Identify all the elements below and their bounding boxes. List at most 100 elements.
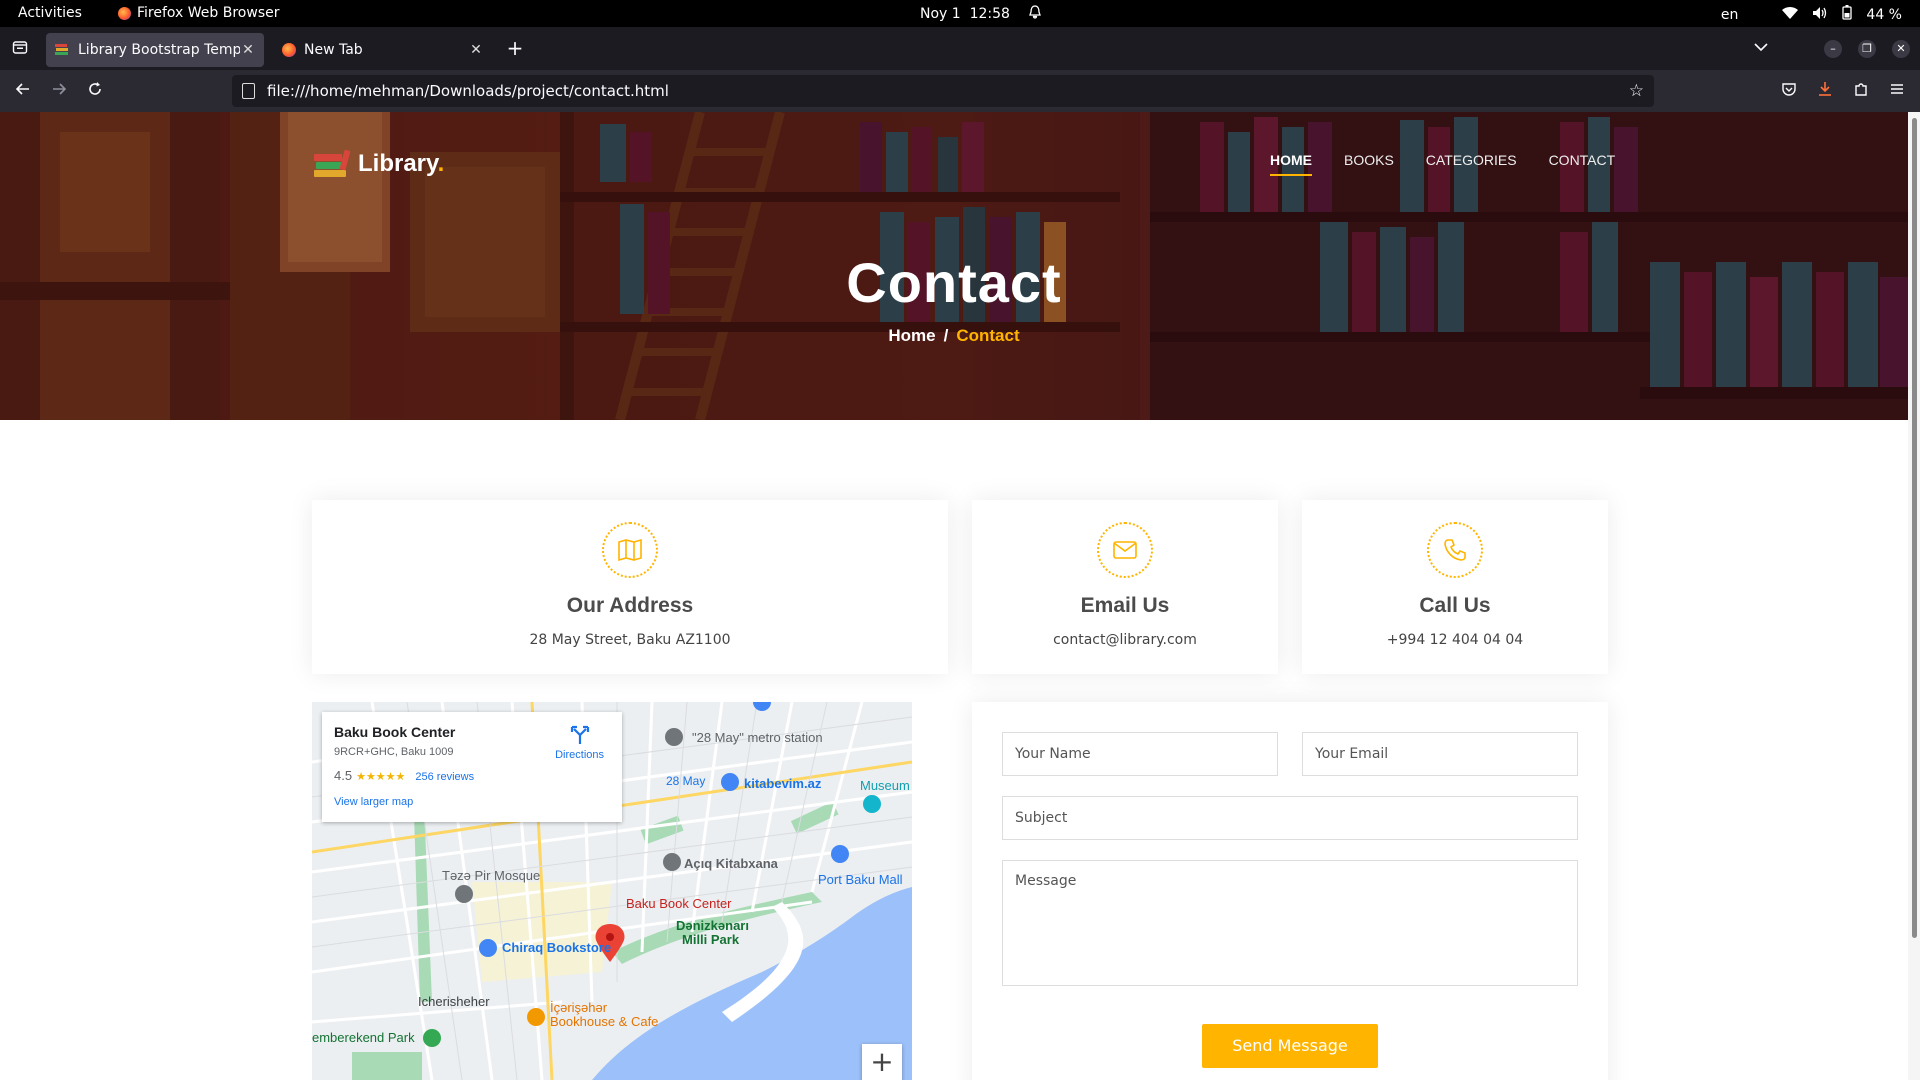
card-title: Our Address (566, 594, 694, 617)
tab-title: New Tab (304, 42, 363, 58)
time: 12:58 (969, 6, 1010, 22)
map-label-taza-pir: Təzə Pir Mosque (442, 868, 541, 883)
site-logo[interactable]: Library. (312, 148, 444, 180)
place-name: Baku Book Center (334, 724, 456, 740)
reviews-link[interactable]: 256 reviews (415, 771, 474, 783)
logo-text: Library (358, 150, 438, 177)
message-textarea[interactable]: Message (1002, 860, 1578, 986)
map-label-bookhouse: Bookhouse & Cafe (550, 1014, 659, 1029)
directions-label: Directions (555, 749, 604, 761)
email-input[interactable]: Your Email (1302, 732, 1578, 776)
close-window-icon[interactable]: ✕ (1892, 40, 1910, 58)
contact-form: Your Name Your Email Subject Message Sen… (972, 702, 1608, 1080)
activities-button[interactable]: Activities (18, 5, 82, 21)
close-tab-icon[interactable]: ✕ (240, 42, 256, 58)
firefox-icon (118, 6, 131, 20)
card-title: Email Us (1080, 594, 1170, 617)
name-input[interactable]: Your Name (1002, 732, 1278, 776)
phone-icon (1444, 539, 1466, 561)
map-label-icherisheher: Icherisheher (418, 994, 490, 1009)
map-label-port-baku: Port Baku Mall (818, 872, 903, 887)
breadcrumb-separator: / (943, 326, 949, 345)
map-label-milli-park: Milli Park (682, 932, 740, 947)
list-tabs-chevron-down-icon[interactable] (1750, 37, 1772, 56)
embedded-map[interactable]: "28 May" metro station 28 May kitabevim.… (312, 702, 912, 1080)
map-label-icerisehar: İçərişəhər (550, 1000, 608, 1015)
volume-icon (1812, 6, 1828, 24)
view-larger-map-link[interactable]: View larger map (334, 796, 413, 808)
scrollbar-thumb[interactable] (1912, 118, 1917, 938)
bell-icon (1028, 5, 1042, 23)
breadcrumb-home[interactable]: Home (888, 326, 935, 345)
nav-home[interactable]: HOME (1270, 152, 1312, 176)
send-message-button[interactable]: Send Message (1202, 1024, 1378, 1068)
language-indicator[interactable]: en (1721, 7, 1739, 23)
tab-library[interactable]: Library Bootstrap Template ✕ (46, 33, 264, 67)
map-label-danizkanari: Dənizkənarı (676, 918, 749, 933)
map-label-emberekend: emberekend Park (312, 1030, 415, 1045)
url-text: file:///home/mehman/Downloads/project/co… (267, 82, 669, 100)
place-address: 9RCR+GHC, Baku 1009 (334, 746, 454, 758)
subject-input[interactable]: Subject (1002, 796, 1578, 840)
breadcrumb: Home / Contact (0, 326, 1908, 346)
tab-new-tab[interactable]: New Tab ✕ (274, 33, 492, 67)
firefox-view-icon[interactable] (10, 39, 30, 59)
map-label-kitabevim: kitabevim.az (744, 776, 822, 791)
extensions-puzzle-icon[interactable] (1850, 81, 1872, 101)
system-top-bar: Activities Firefox Web Browser Noy 1 12:… (0, 0, 1920, 27)
logo-dot: . (437, 150, 445, 177)
system-tray[interactable]: en 44 % (1721, 5, 1902, 24)
nav-contact[interactable]: CONTACT (1549, 152, 1616, 176)
wifi-icon (1782, 6, 1799, 24)
card-text: 28 May Street, Baku AZ1100 (529, 632, 731, 648)
tab-title: Library Bootstrap Template (78, 42, 240, 58)
map-zoom-in-button[interactable]: + (862, 1044, 902, 1080)
close-tab-icon[interactable]: ✕ (468, 42, 484, 58)
back-arrow-icon[interactable] (12, 81, 34, 101)
place-info-card: Baku Book Center 9RCR+GHC, Baku 1009 4.5… (322, 712, 622, 822)
books-stack-icon (314, 149, 351, 177)
card-title: Call Us (1419, 594, 1491, 617)
date: Noy 1 (920, 6, 961, 22)
nav-books[interactable]: BOOKS (1344, 152, 1394, 176)
map-label-28may: 28 May (666, 774, 706, 788)
new-tab-icon[interactable]: + (504, 36, 526, 60)
directions-icon (570, 725, 589, 744)
place-rating: 4.5 ★★★★★ 256 reviews (334, 768, 474, 783)
rating-value: 4.5 (334, 768, 353, 783)
card-text[interactable]: contact@library.com (972, 632, 1278, 648)
rating-stars-icon: ★★★★★ (356, 771, 406, 783)
map-label-baku-book-center: Baku Book Center (626, 896, 732, 911)
nav-categories[interactable]: CATEGORIES (1426, 152, 1517, 176)
icon-ring (1097, 522, 1153, 578)
map-label-metro: "28 May" metro station (692, 730, 823, 745)
address-bar[interactable]: file:///home/mehman/Downloads/project/co… (232, 75, 1654, 107)
page-icon (242, 83, 255, 99)
phone-card: Call Us +994 12 404 04 04 (1302, 500, 1608, 674)
pocket-icon[interactable] (1778, 81, 1800, 101)
tab-strip: Library Bootstrap Template ✕ New Tab ✕ +… (0, 27, 1920, 70)
address-card: Our Address 28 May Street, Baku AZ1100 (312, 500, 948, 674)
minimize-window-icon[interactable]: – (1824, 40, 1842, 58)
forward-arrow-icon[interactable] (48, 81, 70, 101)
icon-ring (602, 522, 658, 578)
app-menu[interactable]: Firefox Web Browser (118, 5, 280, 21)
navigation-toolbar: file:///home/mehman/Downloads/project/co… (0, 70, 1920, 112)
icon-ring (1427, 522, 1483, 578)
directions-button[interactable]: Directions (555, 724, 604, 761)
page-title: Contact (846, 251, 1062, 314)
reload-icon[interactable] (84, 81, 106, 101)
email-card: Email Us contact@library.com (972, 500, 1278, 674)
downloads-icon[interactable] (1814, 81, 1836, 101)
map-label-chiraq: Chiraq Bookstore (502, 940, 612, 955)
map-label-acig: Açıq Kitabxana (684, 856, 778, 871)
bookmark-star-icon[interactable]: ☆ (1629, 81, 1644, 101)
clock[interactable]: Noy 1 12:58 (920, 5, 1042, 23)
menu-hamburger-icon[interactable] (1886, 81, 1908, 101)
battery-icon (1842, 5, 1853, 24)
restore-window-icon[interactable]: ❐ (1858, 40, 1876, 58)
firefox-icon (282, 43, 296, 57)
page-viewport[interactable]: Library. HOME BOOKS CATEGORIES CONTACT C… (0, 112, 1908, 1080)
card-text[interactable]: +994 12 404 04 04 (1302, 632, 1608, 648)
map-label-museum: Museum (860, 778, 910, 793)
